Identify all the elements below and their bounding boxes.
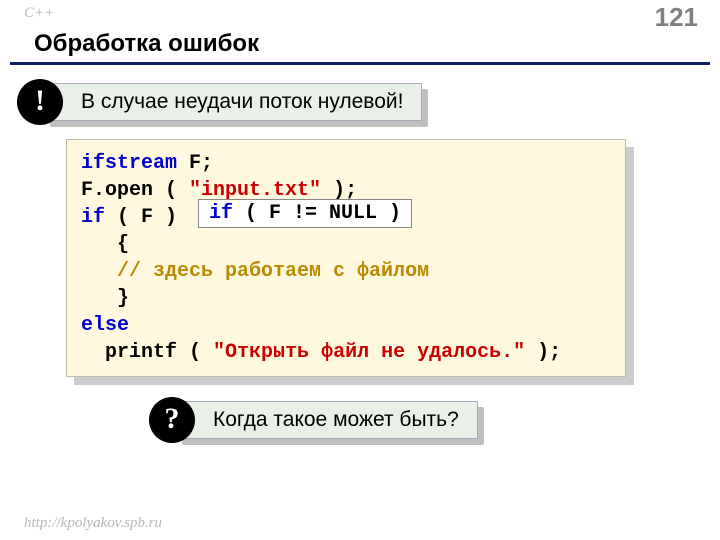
code-comment: // здесь работаем с файлом	[117, 260, 429, 283]
callout-text: В случае неудачи поток нулевой!	[81, 90, 403, 113]
code-text: );	[525, 341, 561, 364]
code-kw: if	[81, 206, 105, 229]
code-string: "Открыть файл не удалось."	[213, 341, 525, 364]
code-text	[81, 341, 105, 364]
code-block: ifstream F; F.open ( "input.txt" ); if (…	[66, 139, 626, 377]
code-text: ( F )	[105, 206, 177, 229]
callout-text: Когда такое может быть?	[213, 408, 459, 431]
code-text	[81, 260, 117, 283]
warning-callout: ! В случае неудачи поток нулевой!	[44, 83, 422, 121]
code-text: (	[177, 341, 213, 364]
code-kw: else	[81, 314, 129, 337]
code-kw: if	[209, 202, 233, 225]
top-bar: C++ 121	[0, 0, 720, 28]
language-label: C++	[24, 5, 54, 21]
footer-url: http://kpolyakov.spb.ru	[24, 515, 162, 532]
exclamation-icon: !	[17, 79, 63, 125]
page-number: 121	[655, 2, 698, 33]
code-text: F;	[177, 152, 213, 175]
code-text: {	[81, 233, 129, 256]
page-title: Обработка ошибок	[10, 28, 710, 65]
question-icon: ?	[149, 397, 195, 443]
code-text: ( F != NULL )	[233, 202, 401, 225]
callout-body: ? Когда такое может быть?	[176, 401, 478, 439]
code-annotation: if ( F != NULL )	[198, 199, 412, 228]
callout-body: ! В случае неудачи поток нулевой!	[44, 83, 422, 121]
code-text: }	[81, 287, 129, 310]
code-content: ifstream F; F.open ( "input.txt" ); if (…	[66, 139, 626, 377]
code-text: F.open	[81, 179, 153, 202]
code-kw: ifstream	[81, 152, 177, 175]
code-text: printf	[105, 341, 177, 364]
code-text: (	[153, 179, 189, 202]
question-callout: ? Когда такое может быть?	[176, 401, 478, 439]
